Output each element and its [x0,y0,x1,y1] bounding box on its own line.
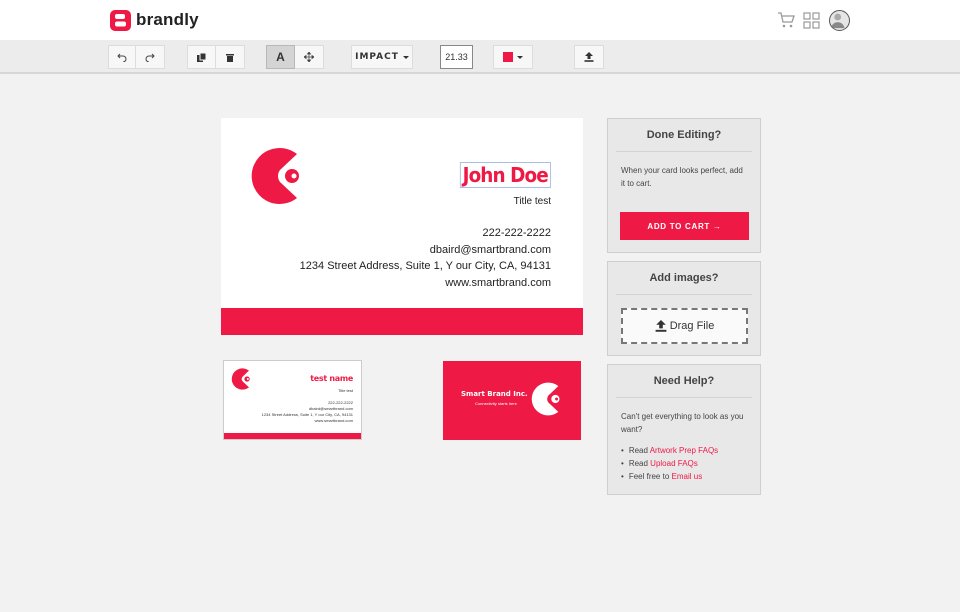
card-name-text[interactable]: John Doe [460,162,551,188]
duplicate-button[interactable] [187,45,216,69]
mode-group: A [266,45,324,69]
editor-toolbar: A IMPACT 21.33 [0,40,960,74]
upload-group [574,45,604,69]
font-select[interactable]: IMPACT [351,45,413,69]
duplicate-icon [197,53,206,62]
chevron-down-icon [403,56,409,59]
font-name: IMPACT [355,52,399,62]
grid-icon[interactable] [803,12,820,29]
size-group: 21.33 [440,45,473,69]
font-group: IMPACT [351,45,413,69]
upload-icon [584,52,594,62]
add-images-panel: Add images? Drag File [607,261,761,356]
need-help-text: Can't get everything to look as you want… [608,410,760,436]
upload-icon [655,320,667,332]
thumb-name-text: test name [310,374,353,383]
color-group [493,45,533,69]
card-email-text[interactable]: dbaird@smartbrand.com [430,244,551,256]
brand-logo-icon [529,381,563,417]
thumb-address-text: 1234 Street Address, Suite 1, Y our City… [262,412,353,417]
need-help-panel: Need Help? Can't get everything to look … [607,364,761,495]
brand-logo-icon [230,367,252,391]
thumb-bottom-stripe [224,433,361,439]
cart-icon[interactable] [777,11,795,29]
delete-button[interactable] [216,45,245,69]
card-website-text[interactable]: www.smartbrand.com [445,277,551,289]
brand-name[interactable]: brandly [136,10,199,30]
move-tool-button[interactable] [295,45,324,69]
redo-button[interactable] [136,45,165,69]
app-header: brandly [0,0,960,40]
thumb-phone-text: 222-222-2222 [328,400,353,405]
done-editing-title: Done Editing? [616,119,752,152]
back-side-thumbnail[interactable]: Smart Brand Inc. Connectivity starts her… [443,361,581,440]
undo-button[interactable] [108,45,136,69]
card-address-text[interactable]: 1234 Street Address, Suite 1, Y our City… [300,260,551,272]
move-icon [304,52,314,62]
redo-icon [145,52,155,62]
need-help-title: Need Help? [616,365,752,398]
color-swatch [503,52,513,62]
history-group [108,45,165,69]
artwork-prep-faqs-link[interactable]: Artwork Prep FAQs [650,446,718,455]
drag-file-label: Drag File [670,320,715,332]
card-phone-text[interactable]: 222-222-2222 [482,227,551,239]
text-tool-button[interactable]: A [266,45,295,69]
font-size-input[interactable]: 21.33 [440,45,473,69]
drag-file-dropzone[interactable]: Drag File [621,308,748,344]
email-us-link[interactable]: Email us [672,472,703,481]
add-to-cart-button[interactable]: ADD TO CART → [620,212,749,240]
undo-icon [117,52,127,62]
business-card-canvas[interactable]: John Doe Title test 222-222-2222 dbaird@… [221,118,583,335]
trash-icon [226,53,234,62]
card-bottom-stripe[interactable] [221,308,583,335]
help-item: Feel free to Email us [621,470,747,483]
user-icon [830,11,848,29]
done-editing-panel: Done Editing? When your card looks perfe… [607,118,761,253]
upload-faqs-link[interactable]: Upload FAQs [650,459,698,468]
thumb-tagline-text: Connectivity starts here [475,401,517,406]
front-side-thumbnail[interactable]: test name Title test 222-222-2222 dbaird… [223,360,362,440]
card-title-text[interactable]: Title test [514,196,551,207]
user-avatar[interactable] [829,10,850,31]
add-images-title: Add images? [616,262,752,295]
upload-button[interactable] [574,45,604,69]
color-picker-button[interactable] [493,45,533,69]
help-item: Read Artwork Prep FAQs [621,444,747,457]
thumb-title-text: Title test [338,388,353,393]
thumb-email-text: dbaird@smartbrand.com [309,406,353,411]
thumb-company-text: Smart Brand Inc. [461,390,528,398]
help-links-list: Read Artwork Prep FAQs Read Upload FAQs … [608,444,760,483]
help-item: Read Upload FAQs [621,457,747,470]
object-group [187,45,245,69]
thumb-website-text: www.smartbrand.com [315,418,353,423]
done-editing-text: When your card looks perfect, add it to … [608,164,760,190]
brand-logo-icon[interactable] [247,146,305,206]
brandly-logo-icon[interactable] [110,10,131,31]
chevron-down-icon [517,56,523,59]
